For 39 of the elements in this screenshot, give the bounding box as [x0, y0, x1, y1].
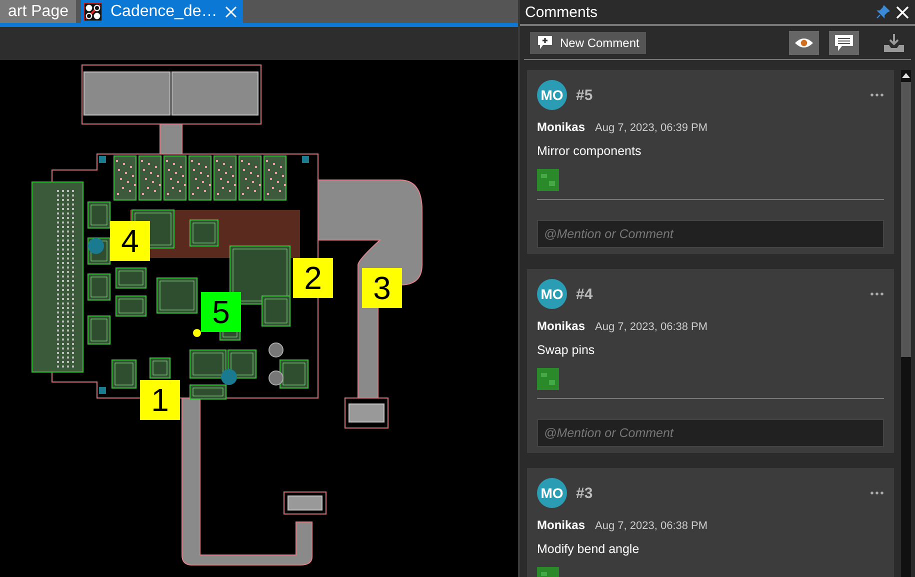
comment-date: Aug 7, 2023, 06:38 PM — [595, 321, 708, 333]
comment-list-button[interactable] — [829, 30, 859, 54]
download-icon[interactable] — [883, 32, 905, 52]
comment-marker[interactable]: 2 — [293, 258, 333, 298]
board-icon — [84, 2, 102, 20]
comment-marker[interactable]: 4 — [110, 221, 150, 261]
close-icon[interactable] — [896, 6, 909, 18]
comment-number: #4 — [576, 286, 594, 302]
more-icon[interactable] — [870, 491, 884, 495]
comment-text: Modify bend angle — [537, 542, 640, 556]
pin-icon[interactable] — [876, 5, 890, 19]
visibility-toggle[interactable] — [789, 30, 819, 54]
comment-date: Aug 7, 2023, 06:38 PM — [595, 520, 708, 532]
add-comment-icon — [537, 35, 553, 50]
comment-marker[interactable]: 3 — [362, 268, 402, 308]
more-icon[interactable] — [870, 292, 884, 296]
comment-icon — [834, 34, 854, 52]
comment-input[interactable]: @Mention or Comment — [537, 419, 884, 447]
user-avatar: MO — [537, 478, 567, 508]
document-tab[interactable]: art Page — [0, 0, 76, 23]
new-comment-button[interactable]: New Comment — [530, 32, 646, 54]
comment-author: Monikas — [537, 120, 586, 134]
comment-number: #5 — [576, 86, 594, 104]
user-avatar: MO — [537, 279, 567, 309]
document-tab[interactable]: Cadence_de… — [81, 0, 244, 23]
comment-input[interactable]: @Mention or Comment — [537, 220, 884, 248]
more-icon[interactable] — [870, 93, 884, 97]
comment-marker[interactable]: 5 — [201, 292, 241, 332]
comment-number: #3 — [576, 484, 594, 502]
comment-author: Monikas — [537, 319, 586, 333]
panel-title: Comments — [525, 4, 599, 20]
comment-text: Mirror components — [537, 144, 642, 158]
user-avatar: MO — [537, 80, 567, 110]
comment-author: Monikas — [537, 518, 586, 532]
comment-marker[interactable]: 1 — [140, 380, 180, 420]
eye-icon — [794, 36, 814, 48]
scrollbar[interactable] — [901, 70, 911, 577]
comment-date: Aug 7, 2023, 06:39 PM — [595, 122, 708, 134]
comment-text: Swap pins — [537, 343, 596, 357]
